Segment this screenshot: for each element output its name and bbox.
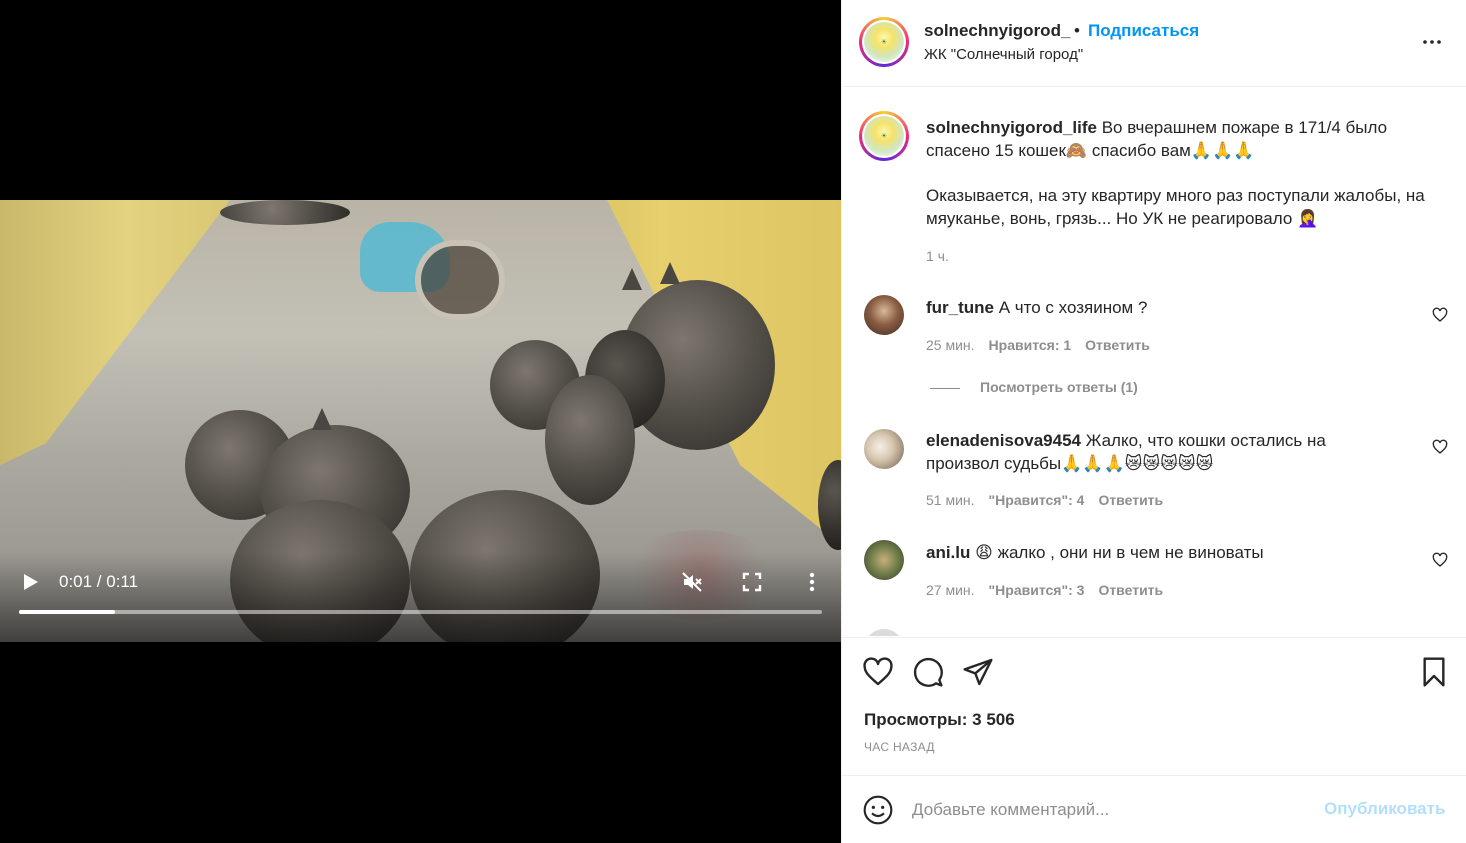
like-heart-icon[interactable] (862, 656, 894, 688)
comment-likes[interactable]: Нравится: 1 (989, 337, 1072, 353)
play-button[interactable] (18, 570, 42, 594)
replies-divider (930, 387, 960, 389)
author-logo-icon: ☀ (864, 22, 904, 62)
post-date[interactable]: ЧАС НАЗАД (864, 740, 935, 754)
comment-avatar-partial[interactable] (864, 629, 904, 636)
view-replies-button[interactable]: Посмотреть ответы (1) (930, 379, 1138, 395)
comment-text: elenadenisova9454 Жалко, что кошки остал… (926, 429, 1396, 475)
video-player[interactable]: 0:01 / 0:11 (0, 0, 841, 843)
author-username[interactable]: solnechnyigorod_ (924, 21, 1070, 41)
fullscreen-icon (742, 572, 762, 592)
comment-meta: 51 мин. "Нравится": 4 Ответить (926, 492, 1163, 508)
video-scene-cat-ear (312, 408, 332, 430)
post-location[interactable]: ЖК "Солнечный город" (924, 46, 1083, 63)
video-scene-cat-ear (660, 262, 680, 284)
video-time: 0:01 / 0:11 (59, 572, 139, 591)
header-separator-dot: • (1074, 21, 1080, 40)
comment-meta: 25 мин. Нравится: 1 Ответить (926, 337, 1150, 353)
post-header: ☀ solnechnyigorod_ • Подписаться ЖК "Сол… (842, 0, 1466, 87)
view-count[interactable]: Просмотры: 3 506 (864, 710, 1015, 730)
publish-button[interactable]: Опубликовать (1324, 799, 1445, 819)
share-paper-plane-icon[interactable] (962, 656, 994, 688)
comments-list[interactable]: ☀ solnechnyigorod_life Во вчерашнем пожа… (842, 88, 1466, 636)
video-controls: 0:01 / 0:11 (0, 560, 841, 630)
like-comment-heart-icon[interactable] (1432, 439, 1448, 455)
video-progress-fill (19, 610, 116, 614)
comment-body: 😩 жалко , они ни в чем не виноваты (970, 543, 1264, 562)
comment-username[interactable]: ani.lu (926, 543, 970, 562)
comment-reply-button[interactable]: Ответить (1098, 582, 1163, 598)
comment-input[interactable] (912, 796, 1312, 824)
caption-author-avatar[interactable]: ☀ (859, 111, 909, 161)
video-scene-carrier-2 (415, 240, 505, 320)
video-scene-cat (220, 200, 350, 225)
view-replies-label: Посмотреть ответы (1) (980, 379, 1138, 395)
comment-meta: 27 мин. "Нравится": 3 Ответить (926, 582, 1163, 598)
comment-likes[interactable]: "Нравится": 4 (989, 492, 1085, 508)
comment-time[interactable]: 25 мин. (926, 337, 975, 353)
caption-timestamp[interactable]: 1 ч. (926, 248, 949, 264)
comment-username[interactable]: fur_tune (926, 298, 994, 317)
video-scene-cat (545, 375, 635, 505)
video-scene-cat-ear (622, 268, 642, 290)
comment-text: ani.lu 😩 жалко , они ни в чем не виноват… (926, 541, 1396, 564)
comment-avatar[interactable] (864, 540, 904, 580)
like-comment-heart-icon[interactable] (1432, 307, 1448, 323)
bookmark-icon[interactable] (1418, 656, 1450, 688)
fullscreen-button[interactable] (740, 570, 764, 594)
comment-reply-button[interactable]: Ответить (1085, 337, 1150, 353)
comment-body: А что с хозяином ? (994, 298, 1148, 317)
comment-composer: Опубликовать (842, 775, 1466, 843)
comment-time[interactable]: 27 мин. (926, 582, 975, 598)
comment-username[interactable]: elenadenisova9454 (926, 431, 1081, 450)
post-actions: Просмотры: 3 506 ЧАС НАЗАД (842, 637, 1466, 775)
comment-bubble-icon[interactable] (912, 656, 944, 688)
vertical-dots-icon (809, 572, 815, 592)
emoji-smiley-icon[interactable] (862, 794, 894, 826)
play-icon (24, 574, 38, 590)
unmute-button[interactable] (680, 570, 704, 594)
muted-speaker-icon (682, 572, 702, 592)
comment-time[interactable]: 51 мин. (926, 492, 975, 508)
post-viewer: 0:01 / 0:11 ☀ solnechnyigorod_ • Подписа… (0, 0, 1466, 843)
caption-text-2: Оказывается, на эту квартиру много раз п… (926, 186, 1425, 228)
comment-reply-button[interactable]: Ответить (1098, 492, 1163, 508)
like-comment-heart-icon[interactable] (1432, 552, 1448, 568)
post-options-button[interactable] (1420, 30, 1444, 54)
caption-username[interactable]: solnechnyigorod_life (926, 118, 1097, 137)
comment-avatar[interactable] (864, 295, 904, 335)
more-horizontal-icon (1423, 40, 1441, 44)
video-options-button[interactable] (800, 570, 824, 594)
video-progress-bar[interactable] (19, 610, 822, 614)
follow-button[interactable]: Подписаться (1088, 21, 1199, 41)
comment-likes[interactable]: "Нравится": 3 (989, 582, 1085, 598)
caption-author-logo-icon: ☀ (864, 116, 904, 156)
post-caption: solnechnyigorod_life Во вчерашнем пожаре… (926, 116, 1451, 230)
comment-text: fur_tune А что с хозяином ? (926, 296, 1396, 319)
author-avatar[interactable]: ☀ (859, 17, 909, 67)
post-side-panel: ☀ solnechnyigorod_ • Подписаться ЖК "Сол… (841, 0, 1466, 843)
comment-avatar[interactable] (864, 429, 904, 469)
